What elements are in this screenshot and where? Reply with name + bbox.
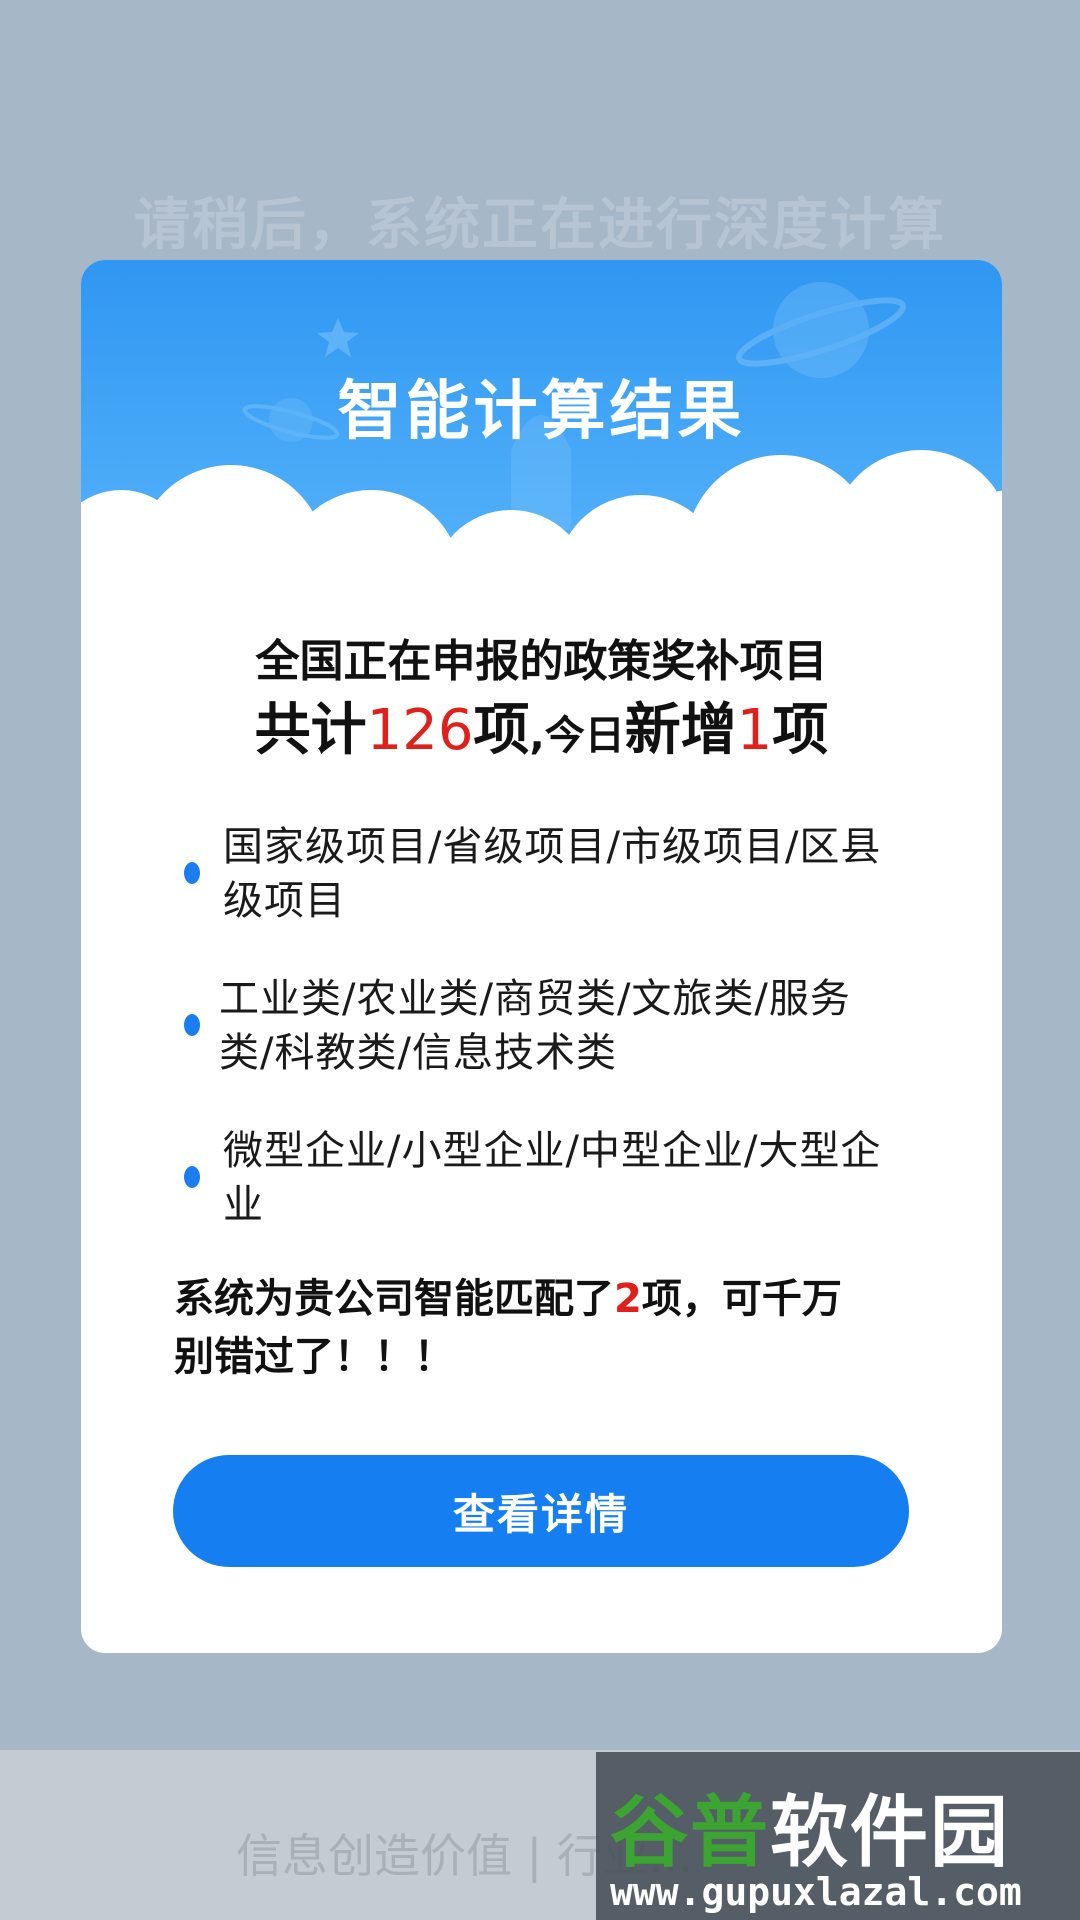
- headline-today-label: ,今日: [529, 713, 625, 759]
- watermark-logo-part1: 谷普: [610, 1788, 771, 1878]
- match-summary-before: 系统为贵公司智能匹配了: [174, 1276, 614, 1322]
- category-text: 国家级项目/省级项目/市级项目/区县级项目: [223, 824, 882, 924]
- total-count: 126: [366, 698, 474, 763]
- category-text: 微型企业/小型企业/中型企业/大型企业: [223, 1128, 882, 1228]
- bullet-dot-icon: [184, 862, 200, 884]
- dialog-header: 智能计算结果: [81, 260, 1002, 580]
- headline-count: 共计126项,今日新增1项: [81, 685, 1002, 766]
- watermark-logo-part2: 软件园: [770, 1788, 1011, 1878]
- loading-message: 请稍后，系统正在进行深度计算: [134, 193, 946, 258]
- watermark-url: www.gupuxlazal.com: [610, 1870, 1022, 1914]
- watermark-logo: 谷普软件园: [610, 1770, 1010, 1882]
- headline-prefix: 共计: [254, 698, 367, 763]
- bullet-dot-icon: [184, 1014, 200, 1036]
- headline-subtitle: 全国正在申报的政策奖补项目: [255, 636, 828, 687]
- match-summary: 系统为贵公司智能匹配了2项，可千万别错过了！！！: [174, 1270, 874, 1386]
- result-dialog: 智能计算结果 全国正在申报的政策奖补项目 共计126项,今日新增1项 国家级项目…: [81, 260, 1002, 1653]
- headline-unit: 项: [473, 698, 530, 763]
- category-text: 工业类/农业类/商贸类/文旅类/服务类/科教类/信息技术类: [219, 976, 851, 1076]
- watermark-overlay: 谷普软件园 www.gupuxlazal.com: [596, 1752, 1080, 1920]
- star-icon: [317, 318, 359, 357]
- bullet-dot-icon: [184, 1166, 200, 1188]
- new-count: 1: [736, 698, 773, 763]
- headline-new-label: 新增: [624, 698, 737, 763]
- dialog-title: 智能计算结果: [337, 375, 746, 449]
- matched-count: 2: [614, 1276, 642, 1322]
- page: 请稍后，系统正在进行深度计算 智能计算结果 全国正在申报的政策奖补项目 共计12…: [0, 0, 1080, 1920]
- view-details-button[interactable]: 查看详情: [173, 1455, 909, 1567]
- headline-end-unit: 项: [772, 698, 829, 763]
